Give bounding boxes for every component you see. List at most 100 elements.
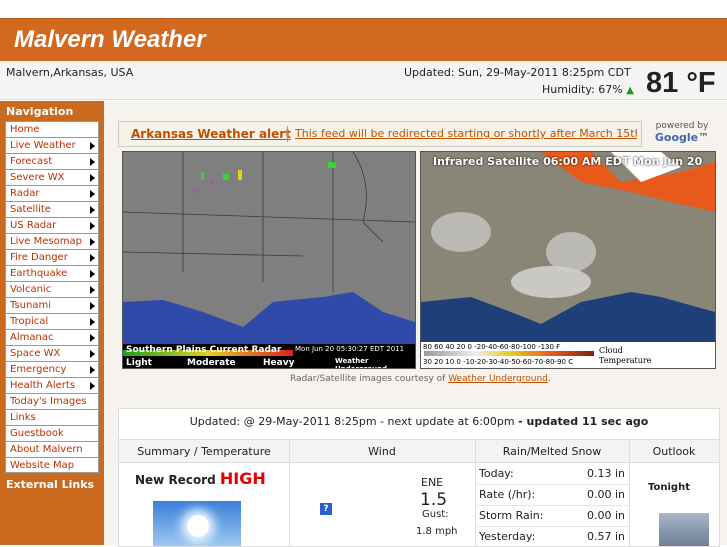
- sidebar-item-label: Guestbook: [10, 428, 64, 439]
- sidebar-item-severe-wx[interactable]: Severe WX: [5, 169, 99, 185]
- image-credit: Radar/Satellite images courtesy of Weath…: [290, 374, 551, 384]
- sidebar-item-links[interactable]: Links: [5, 409, 99, 425]
- sidebar-item-tsunami[interactable]: Tsunami: [5, 297, 99, 313]
- submenu-arrow-icon: [90, 254, 95, 262]
- wind-direction: ENE: [421, 476, 444, 489]
- rain-row-rate: Rate (/hr): 0.00 in: [477, 485, 629, 506]
- sidebar-item-label: Volcanic: [10, 284, 52, 295]
- satellite-scale-c: 30 20 10 0 -10-20-30-40-50-60-70-80-90 C: [423, 358, 574, 366]
- sidebar-item-almanac[interactable]: Almanac: [5, 329, 99, 345]
- sidebar-item-label: Almanac: [10, 332, 54, 343]
- alert-feed-link[interactable]: This feed will be redirected starting or…: [295, 127, 637, 140]
- rain-label: Yesterday:: [479, 530, 536, 543]
- satellite-map-graphic: [421, 152, 715, 368]
- submenu-arrow-icon: [90, 238, 95, 246]
- submenu-arrow-icon: [90, 222, 95, 230]
- rain-label: Storm Rain:: [479, 509, 544, 522]
- weather-alert-bar: Arkansas Weather alert This feed will be…: [118, 121, 642, 147]
- external-links-heading: External Links: [6, 478, 95, 491]
- sidebar-item-earthquake[interactable]: Earthquake: [5, 265, 99, 281]
- sidebar-item-label: Home: [10, 124, 40, 135]
- sidebar-item-volcanic[interactable]: Volcanic: [5, 281, 99, 297]
- site-title[interactable]: Malvern Weather: [14, 26, 206, 54]
- powered-by-google[interactable]: powered by Google™: [652, 121, 712, 144]
- radar-timestamp: Mon Jun 20 05:30:27 EDT 2011: [295, 345, 405, 353]
- submenu-arrow-icon: [90, 206, 95, 214]
- humidity-readout: Humidity: 67% ▲: [542, 83, 634, 96]
- sidebar-item-guestbook[interactable]: Guestbook: [5, 425, 99, 441]
- submenu-arrow-icon: [90, 382, 95, 390]
- column-divider: [475, 440, 476, 546]
- rain-label: Rate (/hr):: [479, 488, 536, 501]
- submenu-arrow-icon: [90, 334, 95, 342]
- radar-brand: Weather Underground: [335, 357, 388, 369]
- radar-legend-light: Light: [126, 358, 152, 368]
- sidebar-item-health-alerts[interactable]: Health Alerts: [5, 377, 99, 393]
- navigation-heading: Navigation: [6, 105, 74, 118]
- sidebar-item-emergency[interactable]: Emergency: [5, 361, 99, 377]
- current-temperature: 81 °F: [646, 67, 716, 99]
- powered-by-label: powered by: [655, 121, 709, 131]
- alert-divider: [287, 126, 288, 142]
- rain-value: 0.00 in: [586, 509, 625, 522]
- rain-row-today: Today: 0.13 in: [477, 464, 629, 485]
- main-content: Arkansas Weather alert This feed will be…: [104, 101, 727, 547]
- sidebar-item-label: Tropical: [10, 316, 49, 327]
- rain-row-yesterday: Yesterday: 0.57 in: [477, 527, 629, 547]
- submenu-arrow-icon: [90, 286, 95, 294]
- conditions-update-text: Updated: @ 29-May-2011 8:25pm - next upd…: [189, 415, 515, 428]
- record-high-badge: New Record HIGH: [135, 469, 266, 488]
- sidebar: Navigation Home Live Weather Forecast Sever…: [0, 101, 104, 545]
- sidebar-item-tropical[interactable]: Tropical: [5, 313, 99, 329]
- sidebar-item-space-wx[interactable]: Space WX: [5, 345, 99, 361]
- header-wind: Wind: [368, 445, 396, 458]
- sidebar-item-about-malvern[interactable]: About Malvern: [5, 441, 99, 457]
- sidebar-item-label: Forecast: [10, 156, 53, 167]
- submenu-arrow-icon: [90, 366, 95, 374]
- radar-legend-heavy: Heavy: [263, 358, 295, 368]
- current-conditions-bar: Malvern,Arkansas, USA Updated: Sun, 29-M…: [0, 61, 727, 100]
- conditions-panel: Updated: @ 29-May-2011 8:25pm - next upd…: [118, 408, 720, 547]
- submenu-arrow-icon: [90, 318, 95, 326]
- satellite-scale-f: 80 60 40 20 0 -20-40-60-80-100 -130 F: [423, 343, 561, 351]
- satellite-legend: Cloud Temperature: [599, 346, 652, 365]
- rain-value: 0.57 in: [586, 530, 625, 543]
- site-header: Malvern Weather: [0, 18, 727, 61]
- alert-title-link[interactable]: Arkansas Weather alert: [131, 127, 291, 141]
- rain-row-storm: Storm Rain: 0.00 in: [477, 506, 629, 527]
- radar-map-image[interactable]: Southern Plains Current Radar Mon Jun 20…: [122, 151, 416, 369]
- sidebar-item-label: Live Mesomap: [10, 236, 82, 247]
- sidebar-item-label: Earthquake: [10, 268, 68, 279]
- sidebar-item-home[interactable]: Home: [5, 121, 99, 137]
- wind-gust-label: Gust:: [422, 509, 449, 520]
- sidebar-item-satellite[interactable]: Satellite: [5, 201, 99, 217]
- sidebar-item-forecast[interactable]: Forecast: [5, 153, 99, 169]
- sidebar-item-today-s-images[interactable]: Today's Images: [5, 393, 99, 409]
- location-label: Malvern,Arkansas, USA: [6, 66, 134, 79]
- submenu-arrow-icon: [90, 350, 95, 358]
- submenu-arrow-icon: [90, 190, 95, 198]
- sidebar-item-label: Live Weather: [10, 140, 76, 151]
- conditions-update-age: - updated 11 sec ago: [518, 415, 649, 428]
- image-credit-text: Radar/Satellite images courtesy of: [290, 374, 449, 384]
- weather-underground-link[interactable]: Weather Underground: [448, 374, 548, 384]
- navigation-menu: Home Live Weather Forecast Severe WX Radar Sa…: [0, 121, 104, 473]
- conditions-update-line: Updated: @ 29-May-2011 8:25pm - next upd…: [119, 415, 719, 428]
- sidebar-item-radar[interactable]: Radar: [5, 185, 99, 201]
- submenu-arrow-icon: [90, 174, 95, 182]
- wind-help-icon[interactable]: ?: [320, 503, 332, 515]
- sidebar-item-us-radar[interactable]: US Radar: [5, 217, 99, 233]
- sidebar-item-label: Links: [10, 412, 36, 423]
- radar-map-graphic: [123, 152, 415, 368]
- column-divider: [289, 440, 290, 546]
- sidebar-item-website-map[interactable]: Website Map: [5, 457, 99, 473]
- sidebar-item-fire-danger[interactable]: Fire Danger: [5, 249, 99, 265]
- humidity-value: Humidity: 67%: [542, 83, 623, 96]
- sidebar-item-label: Website Map: [10, 460, 75, 471]
- sidebar-item-live-weather[interactable]: Live Weather: [5, 137, 99, 153]
- satellite-map-image[interactable]: Infrared Satellite 06:00 AM EDT Mon Jun …: [420, 151, 716, 369]
- sidebar-item-label: Satellite: [10, 204, 51, 215]
- sidebar-item-live-mesomap[interactable]: Live Mesomap: [5, 233, 99, 249]
- sidebar-item-label: Emergency: [10, 364, 67, 375]
- sidebar-item-label: Fire Danger: [10, 252, 68, 263]
